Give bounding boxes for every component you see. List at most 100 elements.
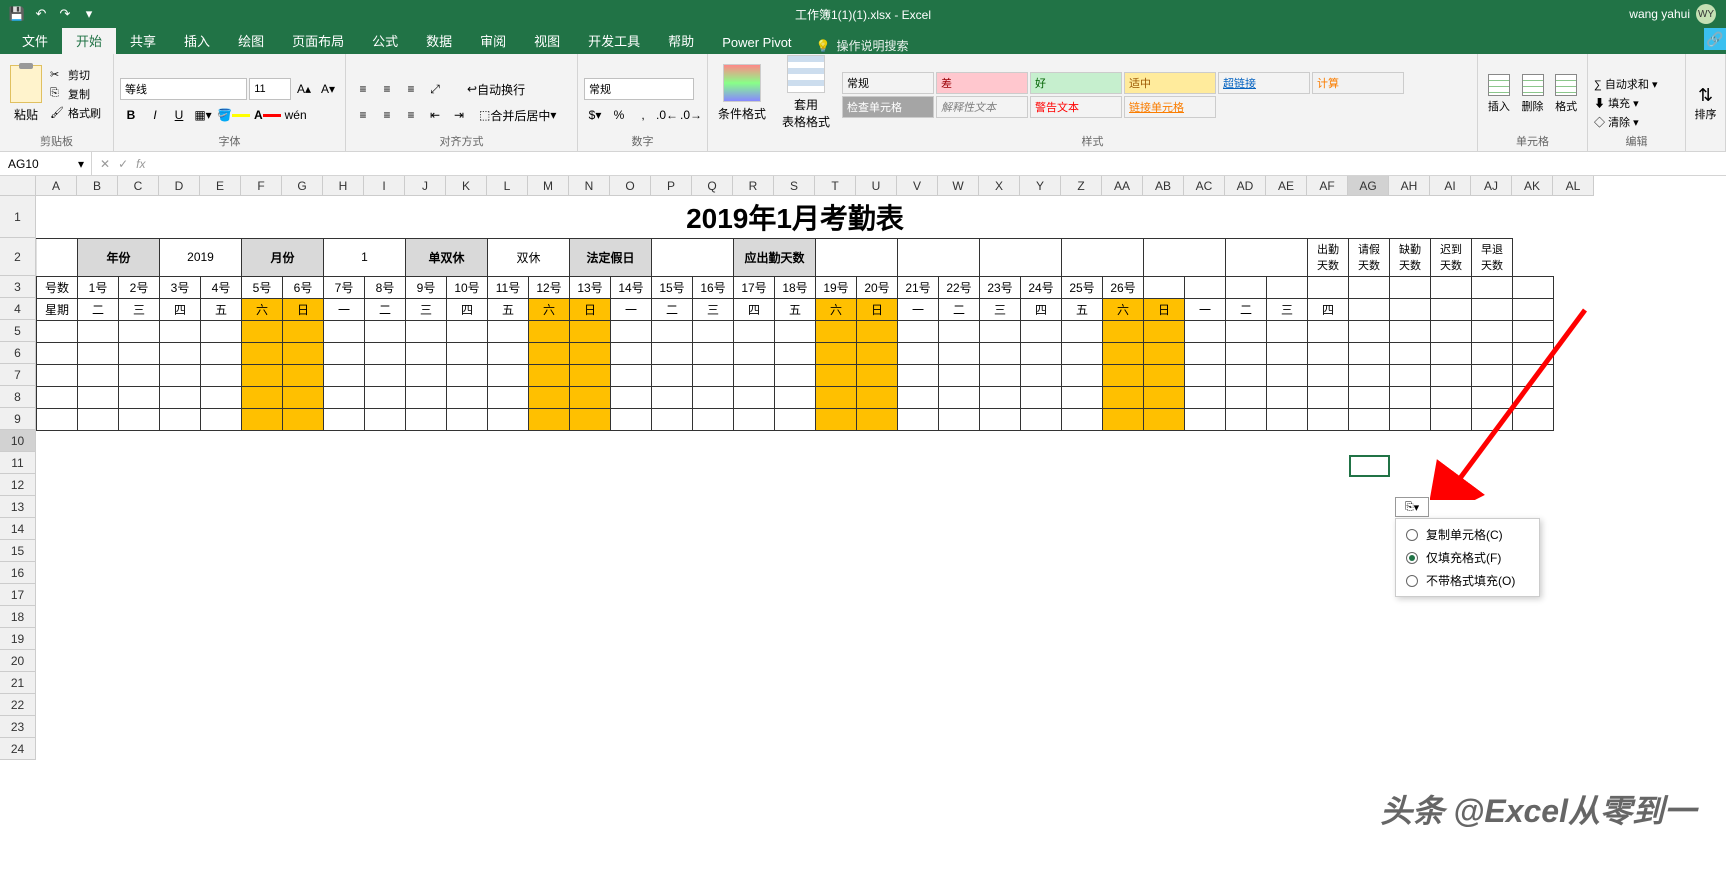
col-header-A[interactable]: A: [36, 176, 77, 196]
cell[interactable]: [365, 342, 406, 364]
painter-button[interactable]: 🖌格式刷: [50, 105, 101, 121]
col-header-AA[interactable]: AA: [1102, 176, 1143, 196]
cell[interactable]: [1390, 342, 1431, 364]
cell[interactable]: [1144, 320, 1185, 342]
cell[interactable]: [1103, 386, 1144, 408]
cell[interactable]: [898, 386, 939, 408]
col-header-W[interactable]: W: [938, 176, 979, 196]
cell[interactable]: 7号: [324, 276, 365, 298]
cell[interactable]: 9号: [406, 276, 447, 298]
cell[interactable]: 三: [119, 298, 160, 320]
cell[interactable]: [160, 320, 201, 342]
cell[interactable]: [1431, 276, 1472, 298]
cell[interactable]: 出勤 天数: [1308, 238, 1349, 276]
cell[interactable]: [693, 364, 734, 386]
style-good[interactable]: 好: [1030, 72, 1122, 94]
cell[interactable]: [242, 408, 283, 430]
cell[interactable]: [980, 342, 1021, 364]
cell[interactable]: [980, 364, 1021, 386]
cell[interactable]: [1390, 408, 1431, 430]
cell[interactable]: [283, 364, 324, 386]
fx-icon[interactable]: fx: [136, 157, 145, 171]
cell[interactable]: [980, 320, 1021, 342]
cell[interactable]: [652, 320, 693, 342]
cell[interactable]: [324, 320, 365, 342]
qat-customize-icon[interactable]: ▾: [80, 5, 98, 23]
row-header-5[interactable]: 5: [0, 320, 36, 342]
cell[interactable]: [693, 320, 734, 342]
cell[interactable]: 三: [693, 298, 734, 320]
cell[interactable]: 25号: [1062, 276, 1103, 298]
cell[interactable]: [1144, 276, 1185, 298]
cell[interactable]: [939, 320, 980, 342]
cell[interactable]: [447, 342, 488, 364]
row-header-4[interactable]: 4: [0, 298, 36, 320]
cell[interactable]: 8号: [365, 276, 406, 298]
cell[interactable]: [857, 320, 898, 342]
cell[interactable]: 月份: [242, 238, 324, 276]
cell[interactable]: [1185, 364, 1226, 386]
cell[interactable]: [1062, 386, 1103, 408]
cell[interactable]: 单双休: [406, 238, 488, 276]
cell[interactable]: 3号: [160, 276, 201, 298]
fill-color-button[interactable]: 🪣: [216, 104, 251, 126]
cell[interactable]: [242, 364, 283, 386]
col-header-M[interactable]: M: [528, 176, 569, 196]
cell[interactable]: [1226, 386, 1267, 408]
cell[interactable]: 15号: [652, 276, 693, 298]
tab-share[interactable]: 共享: [116, 27, 170, 54]
cell[interactable]: [816, 386, 857, 408]
row-header-6[interactable]: 6: [0, 342, 36, 364]
cell[interactable]: 二: [1226, 298, 1267, 320]
cell[interactable]: [1472, 276, 1513, 298]
autofill-format-only[interactable]: 仅填充格式(F): [1396, 546, 1539, 569]
cell[interactable]: 日: [1144, 298, 1185, 320]
user-area[interactable]: wang yahui WY: [1629, 4, 1726, 24]
cell[interactable]: [611, 408, 652, 430]
cell[interactable]: [1390, 276, 1431, 298]
col-header-AC[interactable]: AC: [1184, 176, 1225, 196]
col-header-AJ[interactable]: AJ: [1471, 176, 1512, 196]
cell[interactable]: [488, 408, 529, 430]
col-header-AB[interactable]: AB: [1143, 176, 1184, 196]
row-header-7[interactable]: 7: [0, 364, 36, 386]
cell[interactable]: [1062, 342, 1103, 364]
cell[interactable]: [570, 320, 611, 342]
cell[interactable]: [78, 320, 119, 342]
cell[interactable]: [488, 386, 529, 408]
style-warn[interactable]: 警告文本: [1030, 96, 1122, 118]
row-header-12[interactable]: 12: [0, 474, 36, 496]
cell[interactable]: [570, 408, 611, 430]
cell[interactable]: 2019: [160, 238, 242, 276]
increase-decimal-button[interactable]: .0←: [656, 104, 678, 126]
cell[interactable]: 五: [775, 298, 816, 320]
cell[interactable]: 1号: [78, 276, 119, 298]
cell[interactable]: 二: [78, 298, 119, 320]
cell[interactable]: [1390, 364, 1431, 386]
row-header-23[interactable]: 23: [0, 716, 36, 738]
autofill-options-button[interactable]: ⎘ ▾: [1395, 497, 1429, 517]
cell[interactable]: [734, 320, 775, 342]
cell[interactable]: 日: [570, 298, 611, 320]
cell[interactable]: [1185, 342, 1226, 364]
cell[interactable]: [119, 386, 160, 408]
cell[interactable]: [1267, 364, 1308, 386]
cell[interactable]: [488, 342, 529, 364]
cell[interactable]: [1513, 364, 1554, 386]
cell[interactable]: 早退 天数: [1472, 238, 1513, 276]
align-bottom-button[interactable]: ≡: [400, 78, 422, 100]
cell[interactable]: [365, 408, 406, 430]
col-header-Z[interactable]: Z: [1061, 176, 1102, 196]
tab-formulas[interactable]: 公式: [358, 27, 412, 54]
cell[interactable]: [570, 364, 611, 386]
cell[interactable]: 六: [242, 298, 283, 320]
cell[interactable]: [1308, 320, 1349, 342]
cell[interactable]: 日: [857, 298, 898, 320]
cell[interactable]: 19号: [816, 276, 857, 298]
cell[interactable]: [734, 408, 775, 430]
cell[interactable]: [529, 386, 570, 408]
cell[interactable]: [816, 238, 898, 276]
row-header-8[interactable]: 8: [0, 386, 36, 408]
cell[interactable]: 四: [734, 298, 775, 320]
cell[interactable]: [980, 386, 1021, 408]
